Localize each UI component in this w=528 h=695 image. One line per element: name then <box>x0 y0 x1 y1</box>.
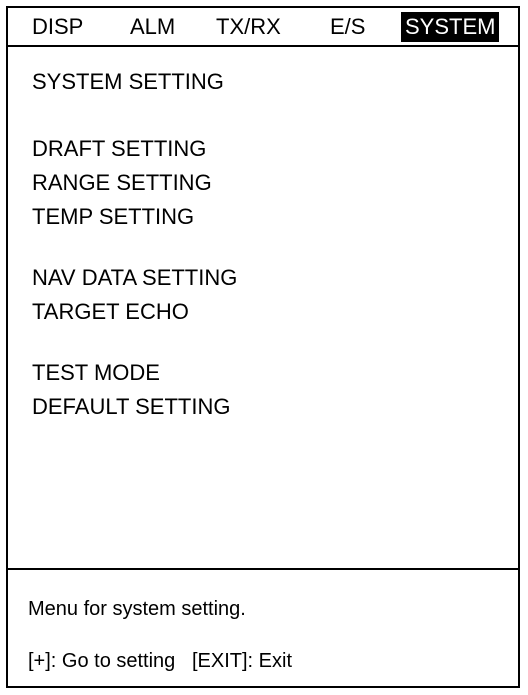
menu-item-target-echo[interactable]: TARGET ECHO <box>32 298 189 326</box>
menu-item-temp-setting[interactable]: TEMP SETTING <box>32 203 194 231</box>
menu-item-draft-setting[interactable]: DRAFT SETTING <box>32 135 206 163</box>
menu-item-range-setting[interactable]: RANGE SETTING <box>32 169 212 197</box>
menu-item-default-setting[interactable]: DEFAULT SETTING <box>32 393 230 421</box>
tab-bar: DISP ALM TX/RX E/S SYSTEM <box>8 8 518 47</box>
help-key-hints: [+]: Go to setting [EXIT]: Exit <box>28 650 292 672</box>
tab-alm[interactable]: ALM <box>130 12 175 42</box>
menu-window: DISP ALM TX/RX E/S SYSTEM SYSTEM SETTING… <box>6 6 520 688</box>
tab-disp[interactable]: DISP <box>32 12 83 42</box>
tab-tx-rx[interactable]: TX/RX <box>216 12 281 42</box>
help-panel: Menu for system setting. [+]: Go to sett… <box>8 568 518 686</box>
tab-e-s[interactable]: E/S <box>330 12 365 42</box>
menu-title: SYSTEM SETTING <box>32 69 224 94</box>
menu-item-nav-data-setting[interactable]: NAV DATA SETTING <box>32 264 237 292</box>
tab-system[interactable]: SYSTEM <box>401 12 500 42</box>
menu-item-test-mode[interactable]: TEST MODE <box>32 359 160 387</box>
help-description: Menu for system setting. <box>28 598 246 620</box>
